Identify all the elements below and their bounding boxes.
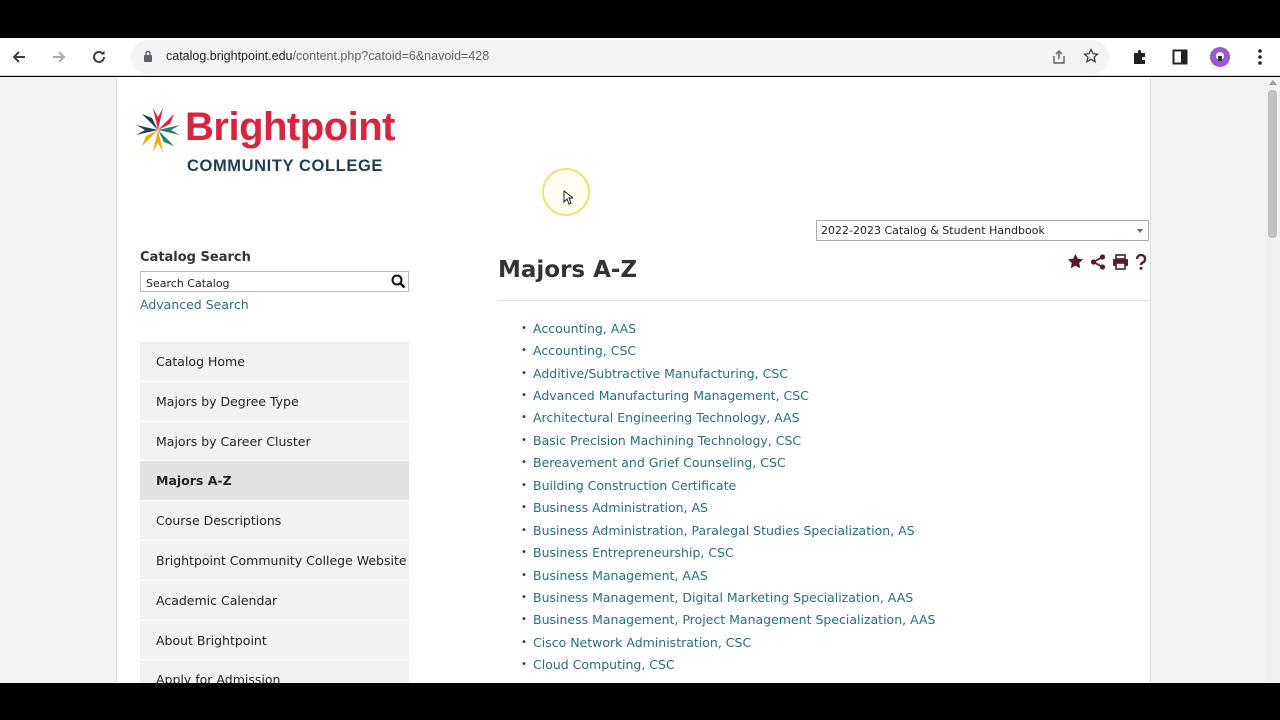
list-item: • Architectural Engineering Technology, A… (521, 410, 800, 426)
major-link[interactable]: Building Construction Certificate (533, 478, 736, 493)
url-path: /content.php?catoid=6&navoid=428 (292, 49, 490, 63)
list-item: • Accounting, CSC (521, 343, 637, 359)
major-link[interactable]: Business Administration, AS (533, 500, 708, 515)
list-item: • Business Management, Digital Marketing … (521, 589, 914, 605)
chevron-down-icon (1137, 229, 1143, 233)
major-link[interactable]: Advanced Manufacturing Management, CSC (533, 388, 809, 403)
sidebar-item-course-descriptions[interactable]: Course Descriptions (140, 501, 409, 541)
sidebar-item-majors-a-z[interactable]: Majors A-Z (140, 461, 409, 502)
sidebar-nav: Catalog Home Majors by Degree Type Major… (140, 342, 409, 683)
profile-button[interactable] (1207, 44, 1233, 70)
url-domain: catalog.brightpoint.edu (166, 49, 293, 63)
logo-subtitle-text: COMMUNITY COLLEGE (187, 157, 383, 175)
browser-menu-button[interactable] (1247, 44, 1273, 70)
back-button[interactable] (6, 44, 32, 70)
title-divider (498, 300, 1149, 301)
list-item: • Advanced Manufacturing Management, CSC (521, 388, 809, 404)
sidebar-item-majors-by-degree-type[interactable]: Majors by Degree Type (140, 381, 409, 422)
scrollbar-thumb[interactable] (1268, 90, 1277, 238)
major-link[interactable]: Business Administration, Paralegal Studi… (533, 523, 915, 538)
help-icon[interactable] (1135, 253, 1147, 270)
sidebar-item-catalog-home[interactable]: Catalog Home (140, 342, 409, 382)
catalog-search-heading: Catalog Search (140, 250, 251, 265)
print-icon[interactable] (1112, 253, 1129, 270)
list-item: • Additive/Subtractive Manufacturing, CSC (521, 365, 788, 381)
sidebar-item-apply-for-admission[interactable]: Apply for Admission (140, 660, 409, 683)
major-link[interactable]: Accounting, CSC (533, 343, 636, 358)
major-link[interactable]: Bereavement and Grief Counseling, CSC (533, 455, 786, 470)
favorite-star-icon[interactable] (1067, 253, 1084, 270)
catalog-search-input[interactable] (141, 274, 381, 293)
list-item: • Business Management, AAS (521, 567, 708, 583)
brightpoint-star-logo-icon (136, 108, 180, 152)
sidebar-item-about-brightpoint[interactable]: About Brightpoint (140, 620, 409, 661)
share-page-icon[interactable] (1051, 49, 1067, 65)
major-link[interactable]: Cloud Computing, CSC (533, 657, 675, 672)
logo-brand-text: Brightpoint (185, 105, 396, 149)
list-item: • Bereavement and Grief Counseling, CSC (521, 455, 786, 471)
list-item: • Cisco Network Administration, CSC (521, 634, 752, 650)
side-panel-icon (1172, 49, 1188, 65)
major-link[interactable]: Business Management, Project Management … (533, 612, 935, 627)
catalog-version-select[interactable]: 2022-2023 Catalog & Student Handbook (816, 220, 1149, 241)
major-link[interactable]: Business Management, Digital Marketing S… (533, 590, 913, 605)
list-item: • Accounting, AAS (521, 320, 637, 336)
catalog-search-box (140, 271, 409, 293)
page-scrollbar[interactable] (1265, 77, 1280, 683)
extensions-button[interactable] (1127, 44, 1153, 70)
major-link[interactable]: Cisco Network Administration, CSC (533, 635, 751, 650)
list-item: • Basic Precision Machining Technology, C… (521, 432, 802, 448)
catalog-select-value: 2022-2023 Catalog & Student Handbook (821, 224, 1045, 237)
reload-button[interactable] (86, 44, 112, 70)
lock-icon (144, 50, 152, 62)
list-item: • Business Administration, Paralegal Stud… (521, 522, 915, 538)
scroll-up-arrow-icon[interactable] (1269, 80, 1277, 85)
major-link[interactable]: Architectural Engineering Technology, AA… (533, 410, 800, 425)
puzzle-icon (1134, 50, 1145, 64)
sidebar-item-college-website[interactable]: Brightpoint Community College Website (140, 540, 409, 581)
major-link[interactable]: Additive/Subtractive Manufacturing, CSC (533, 366, 788, 381)
sidebar-item-academic-calendar[interactable]: Academic Calendar (140, 580, 409, 621)
avatar (1210, 47, 1230, 67)
major-link[interactable]: Business Entrepreneurship, CSC (533, 545, 734, 560)
catalog-page: Brightpoint COMMUNITY COLLEGE 2022-2023 … (116, 77, 1151, 683)
bookmark-star-icon[interactable] (1083, 48, 1099, 64)
url-text: catalog.brightpoint.edu/content.php?cato… (166, 49, 489, 63)
mouse-pointer-icon (563, 190, 573, 205)
search-icon[interactable] (391, 274, 406, 289)
letterbox-bar (0, 683, 1280, 720)
list-item: • Cloud Computing, CSC (521, 657, 675, 673)
sidebar-item-majors-by-career-cluster[interactable]: Majors by Career Cluster (140, 421, 409, 462)
side-panel-button[interactable] (1167, 44, 1193, 70)
arrow-left-icon (12, 51, 25, 63)
major-link[interactable]: Accounting, AAS (533, 321, 636, 336)
kebab-menu-icon (1258, 49, 1262, 65)
majors-list: • Accounting, AAS • Accounting, CSC • Addit… (521, 317, 935, 676)
major-link[interactable]: Business Management, AAS (533, 568, 708, 583)
forward-button[interactable] (46, 44, 72, 70)
page-title: Majors A-Z (498, 257, 638, 283)
page-viewport: Brightpoint COMMUNITY COLLEGE 2022-2023 … (0, 77, 1280, 683)
advanced-search-link[interactable]: Advanced Search (140, 297, 249, 312)
list-item: • Business Management, Project Management… (521, 612, 936, 628)
list-item: • Business Administration, AS (521, 500, 708, 516)
reload-icon (93, 50, 105, 63)
page-actions (1067, 253, 1147, 270)
share-icon[interactable] (1090, 253, 1106, 270)
arrow-right-icon (53, 51, 66, 63)
list-item: • Building Construction Certificate (521, 477, 737, 493)
address-bar[interactable]: catalog.brightpoint.edu/content.php?cato… (131, 40, 1109, 74)
college-logo[interactable]: Brightpoint COMMUNITY COLLEGE (133, 103, 396, 183)
list-item: • Business Entrepreneurship, CSC (521, 545, 734, 561)
major-link[interactable]: Basic Precision Machining Technology, CS… (533, 433, 801, 448)
browser-toolbar: catalog.brightpoint.edu/content.php?cato… (0, 38, 1280, 76)
